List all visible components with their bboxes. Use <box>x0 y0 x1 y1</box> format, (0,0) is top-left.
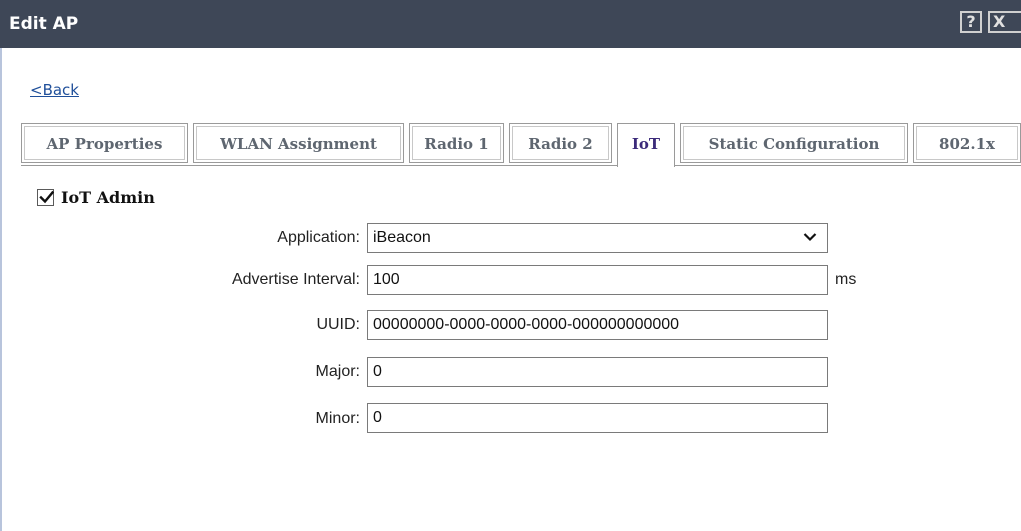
tab-radio-1[interactable]: Radio 1 <box>409 123 504 163</box>
minor-input[interactable]: 0 <box>367 403 828 433</box>
advertise-interval-unit: ms <box>835 271 857 288</box>
tab-radio-2[interactable]: Radio 2 <box>509 123 612 163</box>
advertise-interval-label: Advertise Interval: <box>231 271 360 288</box>
tab-ap-properties[interactable]: AP Properties <box>21 123 188 163</box>
checkmark-icon <box>39 190 54 203</box>
dialog-titlebar: Edit AP ? X <box>0 0 1021 48</box>
back-link[interactable]: <Back <box>30 81 79 99</box>
advertise-interval-input[interactable]: 100 <box>367 265 828 295</box>
minor-label: Minor: <box>315 410 360 427</box>
tab-iot[interactable]: IoT <box>617 123 675 167</box>
iot-admin-checkbox[interactable] <box>37 188 54 206</box>
close-button[interactable]: X <box>988 11 1021 33</box>
iot-admin-toggle[interactable]: IoT Admin <box>37 186 155 208</box>
edit-ap-dialog: Edit AP ? X <Back AP Properties WLAN Ass… <box>0 0 1021 531</box>
iot-admin-label: IoT Admin <box>61 187 155 207</box>
major-label: Major: <box>315 363 360 380</box>
help-button[interactable]: ? <box>960 11 982 33</box>
major-input[interactable]: 0 <box>367 357 828 387</box>
tab-static-configuration[interactable]: Static Configuration <box>680 123 908 163</box>
uuid-label: UUID: <box>316 316 360 333</box>
application-label: Application: <box>277 229 360 246</box>
chevron-down-icon <box>803 233 817 242</box>
tab-802-1x[interactable]: 802.1x <box>913 123 1021 163</box>
tab-bar: AP Properties WLAN Assignment Radio 1 Ra… <box>21 123 1021 167</box>
dialog-title: Edit AP <box>9 14 79 34</box>
tab-wlan-assignment[interactable]: WLAN Assignment <box>193 123 404 163</box>
application-value: iBeacon <box>373 229 431 246</box>
application-select[interactable]: iBeacon <box>367 223 828 253</box>
uuid-input[interactable]: 00000000-0000-0000-0000-000000000000 <box>367 310 828 340</box>
dialog-left-border <box>0 48 2 531</box>
